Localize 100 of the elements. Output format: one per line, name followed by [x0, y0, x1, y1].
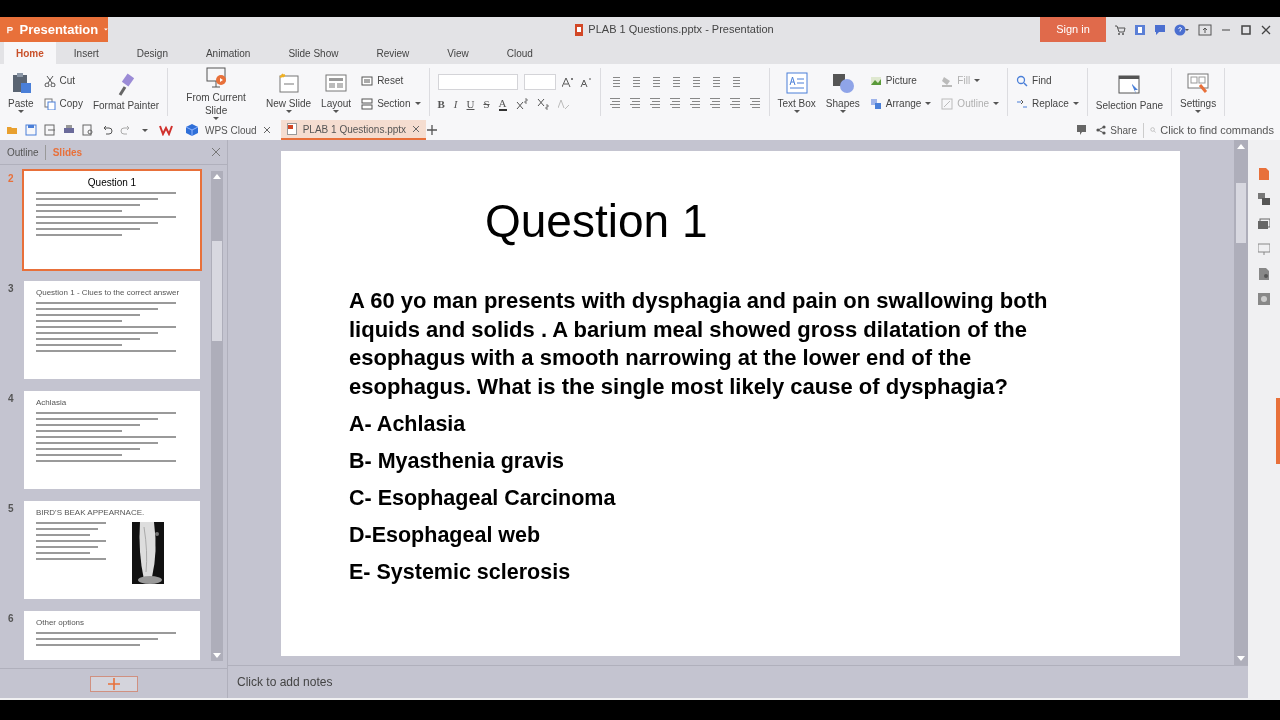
ribbon-button[interactable]: Text Box: [777, 71, 816, 113]
ribbon-tab[interactable]: Cloud: [494, 42, 545, 64]
scroll-up-icon[interactable]: [213, 174, 221, 179]
scrollbar-thumb[interactable]: [1236, 182, 1246, 243]
scroll-up-icon[interactable]: [1237, 144, 1245, 149]
command-search-field[interactable]: Click to find commands: [1144, 121, 1280, 139]
list-icon[interactable]: [748, 96, 761, 109]
format-button[interactable]: B: [437, 97, 445, 110]
shrink-font-icon[interactable]: [579, 75, 592, 88]
chat-icon[interactable]: [1154, 23, 1166, 36]
caret-icon[interactable]: [414, 102, 421, 105]
skin-icon[interactable]: [1134, 23, 1146, 36]
scroll-down-icon[interactable]: [1237, 656, 1245, 661]
save-icon[interactable]: [25, 124, 37, 136]
align-left-icon[interactable]: [608, 96, 621, 109]
board-icon[interactable]: [1258, 243, 1270, 255]
document-tab[interactable]: WPS Cloud: [179, 120, 277, 140]
ribbon-button[interactable]: Selection Pane: [1095, 72, 1164, 112]
ribbon-button[interactable]: Paste: [8, 71, 34, 113]
format-button[interactable]: A: [498, 96, 507, 111]
ribbon-button[interactable]: Copy: [43, 96, 83, 111]
format-button[interactable]: S: [483, 97, 490, 110]
caret-icon[interactable]: [925, 102, 932, 105]
add-tab-icon[interactable]: [426, 124, 439, 136]
caret-icon[interactable]: [1195, 110, 1202, 113]
subscript-icon[interactable]: [536, 97, 549, 110]
add-slide-button[interactable]: [89, 675, 138, 692]
ribbon-tab[interactable]: Slide Show: [276, 42, 351, 64]
ribbon-tab[interactable]: Review: [364, 42, 422, 64]
align-center-icon[interactable]: [628, 96, 641, 109]
preview-icon[interactable]: [82, 124, 94, 136]
align-right-icon[interactable]: [648, 96, 661, 109]
ribbon-button[interactable]: Settings: [1180, 71, 1217, 113]
cards-icon[interactable]: [1258, 218, 1270, 230]
close-icon[interactable]: [1260, 23, 1272, 36]
panel-tab[interactable]: Outline: [6, 144, 46, 160]
decrease-spacing-icon[interactable]: [728, 96, 741, 109]
share-button[interactable]: Share: [1096, 122, 1144, 138]
export-icon[interactable]: [44, 124, 56, 136]
ribbon-button[interactable]: Layout: [321, 71, 352, 113]
help-icon[interactable]: [1174, 23, 1190, 36]
caret-icon[interactable]: [839, 110, 846, 113]
format-button[interactable]: I: [453, 97, 458, 110]
side-panel-handle[interactable]: [1276, 398, 1280, 464]
ribbon-tab[interactable]: View: [435, 42, 481, 64]
document-person-icon[interactable]: [1258, 268, 1270, 280]
close-icon[interactable]: [262, 126, 271, 134]
distribute-icon[interactable]: [688, 96, 701, 109]
justify-icon[interactable]: [668, 96, 681, 109]
scroll-down-icon[interactable]: [213, 653, 221, 658]
slide-canvas[interactable]: [281, 151, 1180, 656]
slide-thumbnail[interactable]: Question 1: [24, 171, 200, 269]
pin-icon[interactable]: [1076, 124, 1089, 136]
ribbon-button[interactable]: Format Painter: [92, 72, 160, 112]
clear-format-icon[interactable]: [557, 97, 570, 110]
ribbon-button[interactable]: Find: [1016, 73, 1079, 88]
ribbon-tab[interactable]: Animation: [193, 42, 263, 64]
redo-icon[interactable]: [120, 124, 132, 136]
ribbon-tab[interactable]: Design: [124, 42, 180, 64]
font-name-field[interactable]: [437, 73, 518, 90]
slide-thumbnail[interactable]: Achlasia: [24, 391, 200, 489]
caret-icon[interactable]: [1072, 102, 1079, 105]
document-icon[interactable]: [1258, 168, 1270, 180]
wps-logo-icon[interactable]: [159, 124, 175, 136]
font-size-field[interactable]: [523, 73, 556, 90]
ribbon-button[interactable]: New Slide: [266, 71, 312, 113]
increase-spacing-icon[interactable]: [708, 96, 721, 109]
notes-placeholder[interactable]: Click to add notes: [237, 673, 333, 691]
ribbon-button[interactable]: Replace: [1016, 96, 1079, 111]
caret-icon[interactable]: [793, 110, 800, 113]
superscript-icon[interactable]: [515, 97, 528, 110]
caret-icon[interactable]: [285, 110, 292, 113]
ribbon-button[interactable]: Picture: [869, 73, 932, 88]
document-tab[interactable]: PLAB 1 Questions.pptx: [280, 120, 427, 140]
caret-icon[interactable]: [333, 110, 340, 113]
undo-icon[interactable]: [101, 124, 113, 136]
slide-thumbnail[interactable]: Other options: [24, 611, 200, 660]
scrollbar-thumb[interactable]: [212, 241, 222, 341]
maximize-icon[interactable]: [1240, 23, 1252, 36]
folder-icon[interactable]: [6, 124, 18, 136]
caret-icon[interactable]: [17, 110, 24, 113]
ribbon-button[interactable]: Arrange: [869, 96, 932, 111]
ribbon-button[interactable]: Cut: [43, 73, 83, 88]
vertical-scrollbar[interactable]: [1234, 140, 1248, 665]
format-button[interactable]: U: [466, 97, 475, 110]
cart-icon[interactable]: [1114, 23, 1126, 36]
gear-image-icon[interactable]: [1258, 293, 1270, 305]
ribbon-button[interactable]: From Current Slide: [176, 64, 257, 120]
ribbon-button[interactable]: Section: [361, 96, 421, 111]
print-icon[interactable]: [63, 124, 75, 136]
slides-icon[interactable]: [1258, 193, 1270, 205]
ribbon-button[interactable]: Shapes: [825, 71, 860, 113]
ribbon-tab[interactable]: Insert: [61, 42, 111, 64]
panel-scrollbar[interactable]: [211, 171, 223, 661]
ribbon-tab[interactable]: Home: [4, 42, 56, 64]
close-icon[interactable]: [412, 125, 421, 133]
slide-thumbnail[interactable]: Question 1 - Clues to the correct answer: [24, 281, 200, 379]
ribbon-button[interactable]: Reset: [361, 73, 421, 88]
grow-font-icon[interactable]: [561, 75, 574, 88]
restore-ribbon-icon[interactable]: [1198, 23, 1212, 36]
